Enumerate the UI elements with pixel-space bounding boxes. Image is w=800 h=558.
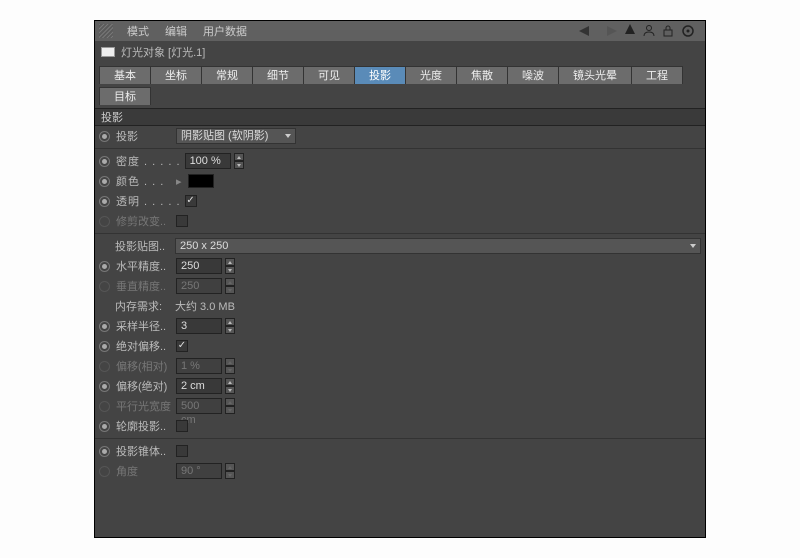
lock-icon[interactable]	[663, 25, 673, 37]
tab-target[interactable]: 目标	[99, 87, 151, 105]
spinner-offset[interactable]	[225, 378, 235, 394]
tab-intensity[interactable]: 光度	[405, 66, 457, 84]
hatch-icon	[99, 24, 113, 38]
label-parallelwidth: 平行光宽度	[114, 398, 172, 414]
tab-noise[interactable]: 噪波	[507, 66, 559, 84]
target-icon[interactable]	[681, 24, 695, 38]
radio-reloffset[interactable]	[99, 361, 110, 372]
arrow-color[interactable]: ▸	[176, 175, 184, 188]
radio-density[interactable]	[99, 156, 110, 167]
label-transparent: 透明 . . . . .	[114, 193, 181, 209]
tab-coord[interactable]: 坐标	[150, 66, 202, 84]
radio-absoffset[interactable]	[99, 341, 110, 352]
radio-transparent[interactable]	[99, 196, 110, 207]
checkbox-absoffset[interactable]	[176, 340, 188, 352]
label-angle: 角度	[114, 463, 172, 479]
tab-project[interactable]: 工程	[631, 66, 683, 84]
label-shadow: 投影	[114, 128, 172, 144]
radio-cone[interactable]	[99, 446, 110, 457]
attribute-panel: 模式 编辑 用户数据 灯光对象 [灯光.1] 基本 坐标 常规 细节 可见 投影…	[94, 20, 706, 538]
label-hprec: 水平精度..	[114, 258, 172, 274]
tab-caustics[interactable]: 焦散	[456, 66, 508, 84]
radio-outline[interactable]	[99, 421, 110, 432]
label-reloffset: 偏移(相对)	[114, 358, 172, 374]
checkbox-outline[interactable]	[176, 420, 188, 432]
menu-userdata[interactable]: 用户数据	[195, 23, 255, 39]
nav-prev-icon[interactable]	[579, 26, 595, 36]
radio-color[interactable]	[99, 176, 110, 187]
spinner-reloffset	[225, 358, 235, 374]
input-parallelwidth: 500 cm	[176, 398, 222, 414]
label-shadowmap: 投影贴图..	[113, 238, 171, 254]
label-cone: 投影锥体..	[114, 443, 172, 459]
content-area: 投影 投影 阴影贴图 (软阴影) 密度 . . . . . 100 % 颜色 .…	[95, 108, 705, 537]
label-vprec: 垂直精度..	[114, 278, 172, 294]
spinner-parallelwidth	[225, 398, 235, 414]
checkbox-clip	[176, 215, 188, 227]
menubar: 模式 编辑 用户数据	[95, 21, 705, 41]
tab-general[interactable]: 常规	[201, 66, 253, 84]
tab-lensflare[interactable]: 镜头光晕	[558, 66, 632, 84]
label-color: 颜色 . . .	[114, 173, 172, 189]
label-sampleradius: 采样半径..	[114, 318, 172, 334]
nav-up-icon[interactable]	[625, 24, 635, 38]
input-vprec: 250	[176, 278, 222, 294]
menu-edit[interactable]: 编辑	[157, 23, 195, 39]
radio-clip[interactable]	[99, 216, 110, 227]
tab-basic[interactable]: 基本	[99, 66, 151, 84]
tab-bar: 基本 坐标 常规 细节 可见 投影 光度 焦散 噪波 镜头光晕 工程 目标	[95, 63, 705, 108]
input-reloffset: 1 %	[176, 358, 222, 374]
spinner-angle	[225, 463, 235, 479]
radio-angle[interactable]	[99, 466, 110, 477]
value-memory: 大约 3.0 MB	[175, 298, 235, 314]
checkbox-cone[interactable]	[176, 445, 188, 457]
radio-offset[interactable]	[99, 381, 110, 392]
tab-visible[interactable]: 可见	[303, 66, 355, 84]
input-density[interactable]: 100 %	[185, 153, 231, 169]
dropdown-shadow-type[interactable]: 阴影贴图 (软阴影)	[176, 128, 296, 144]
tab-shadow[interactable]: 投影	[354, 66, 406, 84]
radio-shadow[interactable]	[99, 131, 110, 142]
label-absoffset: 绝对偏移..	[114, 338, 172, 354]
spinner-vprec	[225, 278, 235, 294]
radio-hprec[interactable]	[99, 261, 110, 272]
spinner-density[interactable]	[234, 153, 244, 169]
spinner-hprec[interactable]	[225, 258, 235, 274]
radio-sampleradius[interactable]	[99, 321, 110, 332]
user-icon[interactable]	[643, 25, 655, 37]
nav-next-icon[interactable]	[603, 26, 617, 36]
spinner-sampleradius[interactable]	[225, 318, 235, 334]
menu-mode[interactable]: 模式	[119, 23, 157, 39]
label-offset: 偏移(绝对)	[114, 378, 172, 394]
checkbox-transparent[interactable]	[185, 195, 197, 207]
radio-parallelwidth[interactable]	[99, 401, 110, 412]
dropdown-shadowmap[interactable]: 250 x 250	[175, 238, 701, 254]
label-clip: 修剪改变..	[114, 213, 172, 229]
label-outline: 轮廓投影..	[114, 418, 172, 434]
input-hprec[interactable]: 250	[176, 258, 222, 274]
input-angle: 90 °	[176, 463, 222, 479]
light-object-icon	[101, 47, 115, 57]
object-name: 灯光对象 [灯光.1]	[121, 44, 205, 60]
swatch-color[interactable]	[188, 174, 214, 188]
label-memory: 内存需求:	[113, 298, 171, 314]
object-header: 灯光对象 [灯光.1]	[95, 41, 705, 63]
tab-detail[interactable]: 细节	[252, 66, 304, 84]
radio-vprec[interactable]	[99, 281, 110, 292]
input-offset[interactable]: 2 cm	[176, 378, 222, 394]
input-sampleradius[interactable]: 3	[176, 318, 222, 334]
label-density: 密度 . . . . .	[114, 153, 181, 169]
section-shadow: 投影	[95, 108, 705, 126]
